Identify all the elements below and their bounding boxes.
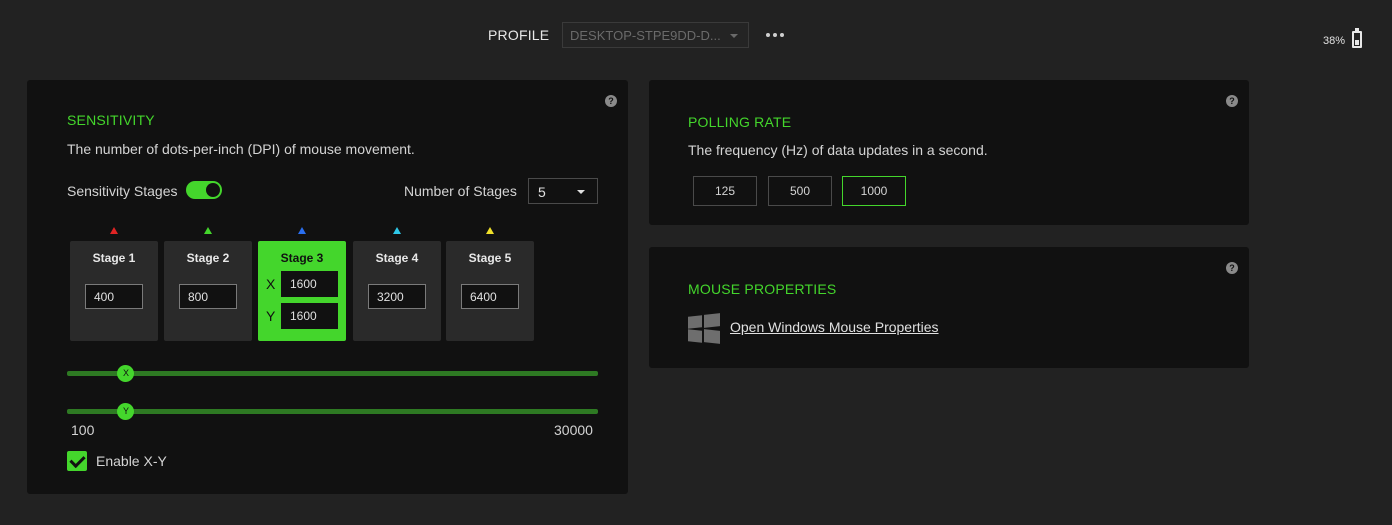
polling-rate-option[interactable]: 125	[693, 176, 757, 206]
sensitivity-title: SENSITIVITY	[67, 112, 155, 128]
stage-dpi-input[interactable]: 3200	[368, 284, 426, 309]
stage-card-4[interactable]: Stage 4 3200	[353, 241, 441, 341]
stage-name: Stage 4	[375, 251, 419, 265]
enable-xy-label: Enable X-Y	[96, 453, 167, 469]
number-of-stages-dropdown[interactable]: 5	[528, 178, 598, 204]
stage-name: Stage 2	[186, 251, 230, 265]
stage-x-dpi-input[interactable]: 1600	[281, 271, 338, 297]
top-bar: PROFILE DESKTOP-STPE9DD-D... 38%	[0, 0, 1392, 70]
stage-name: Stage 1	[92, 251, 136, 265]
enable-xy-checkbox[interactable]	[67, 451, 87, 471]
stage-name: Stage 5	[468, 251, 512, 265]
number-of-stages-value: 5	[538, 184, 546, 200]
open-windows-mouse-properties-link[interactable]: Open Windows Mouse Properties	[730, 319, 939, 335]
chevron-down-icon	[730, 34, 738, 38]
profile-value: DESKTOP-STPE9DD-D...	[570, 28, 721, 43]
x-sensitivity-slider[interactable]: X	[67, 365, 598, 382]
stage-y-dpi-input[interactable]: 1600	[281, 303, 338, 329]
windows-logo-icon	[688, 313, 720, 344]
stage-card-2[interactable]: Stage 2 800	[164, 241, 252, 341]
stage-name: Stage 3	[280, 251, 324, 265]
battery-percentage: 38%	[1323, 35, 1346, 47]
polling-rate-panel: ? POLLING RATE The frequency (Hz) of dat…	[649, 80, 1249, 225]
sensitivity-stages-toggle[interactable]	[186, 181, 222, 199]
stage-dpi-input[interactable]: 6400	[461, 284, 519, 309]
dpi-range-max: 30000	[554, 422, 593, 438]
help-icon[interactable]: ?	[605, 95, 617, 107]
sensitivity-panel: ? SENSITIVITY The number of dots-per-inc…	[27, 80, 628, 494]
mouse-properties-title: MOUSE PROPERTIES	[688, 281, 837, 297]
mouse-properties-panel: ? MOUSE PROPERTIES Open Windows Mouse Pr…	[649, 247, 1249, 368]
more-options-icon[interactable]	[766, 33, 786, 39]
x-axis-label: X	[266, 276, 276, 292]
stage-card-5[interactable]: Stage 5 6400	[446, 241, 534, 341]
x-slider-handle[interactable]: X	[117, 365, 135, 382]
polling-rate-option[interactable]: 500	[768, 176, 832, 206]
stage-card-3[interactable]: Stage 3 X 1600 Y 1600	[258, 241, 346, 341]
stage-4-color-marker	[393, 227, 401, 234]
help-icon[interactable]: ?	[1226, 262, 1238, 274]
stage-1-color-marker	[110, 227, 118, 234]
stage-2-color-marker	[204, 227, 212, 234]
number-of-stages-label: Number of Stages	[404, 183, 517, 199]
profile-label: PROFILE	[488, 27, 550, 43]
polling-rate-description: The frequency (Hz) of data updates in a …	[688, 142, 988, 158]
stage-dpi-input[interactable]: 400	[85, 284, 143, 309]
stage-5-color-marker	[486, 227, 494, 234]
stage-dpi-input[interactable]: 800	[179, 284, 237, 309]
chevron-down-icon	[577, 190, 585, 194]
y-sensitivity-slider[interactable]: Y	[67, 403, 598, 420]
polling-rate-option[interactable]: 1000	[842, 176, 906, 206]
sensitivity-description: The number of dots-per-inch (DPI) of mou…	[67, 141, 415, 157]
y-axis-label: Y	[266, 308, 276, 324]
stage-card-1[interactable]: Stage 1 400	[70, 241, 158, 341]
help-icon[interactable]: ?	[1226, 95, 1238, 107]
sensitivity-stages-label: Sensitivity Stages	[67, 183, 178, 199]
stage-3-color-marker	[298, 227, 306, 234]
profile-dropdown[interactable]: DESKTOP-STPE9DD-D...	[562, 22, 749, 48]
battery-icon	[1352, 28, 1362, 48]
polling-rate-title: POLLING RATE	[688, 114, 792, 130]
y-slider-handle[interactable]: Y	[117, 403, 135, 420]
dpi-range-min: 100	[71, 422, 95, 438]
